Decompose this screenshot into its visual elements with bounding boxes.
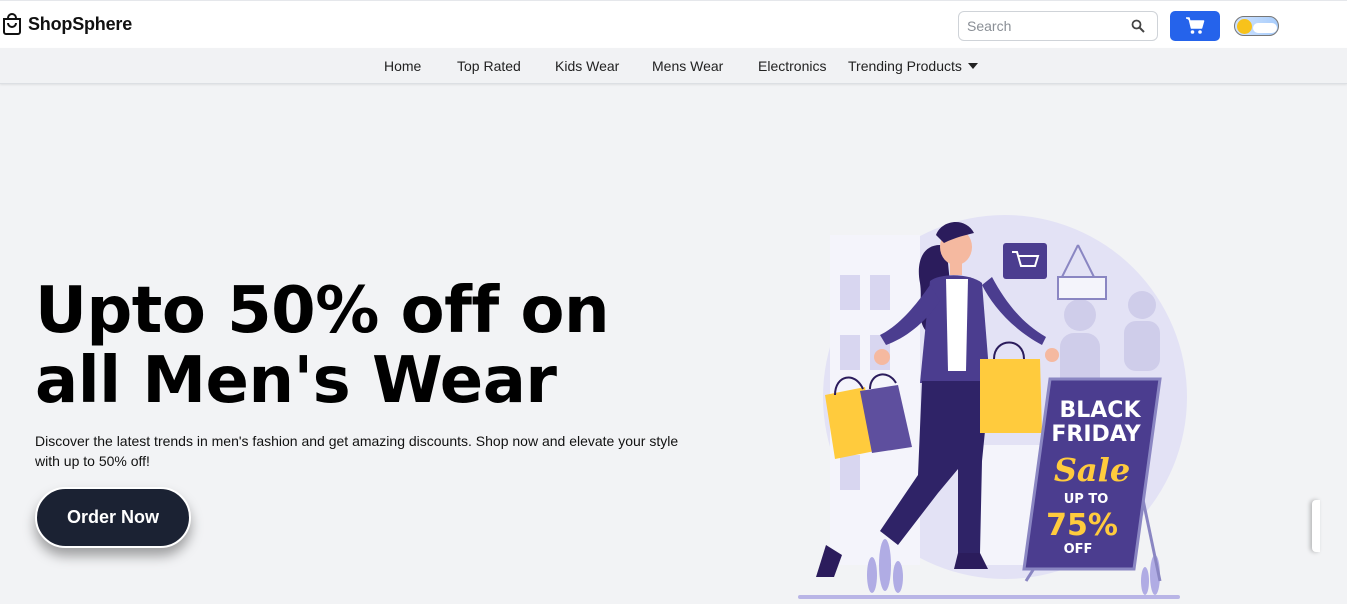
nav-item-mens-wear[interactable]: Mens Wear: [652, 58, 723, 74]
top-bar: ShopSphere: [0, 0, 1347, 48]
nav-item-top-rated[interactable]: Top Rated: [457, 58, 521, 74]
cloud-icon: [1253, 23, 1277, 33]
hero-description: Discover the latest trends in men's fash…: [35, 433, 679, 469]
hero-illustration: BLACK FRIDAY Sale UP TO 75% OFF: [798, 215, 1187, 599]
theme-toggle[interactable]: [1234, 16, 1279, 36]
brand-name: ShopSphere: [28, 13, 133, 34]
sign-line-sale: Sale: [1054, 451, 1130, 489]
sun-icon: [1237, 19, 1252, 34]
nav-item-electronics[interactable]: Electronics: [758, 58, 826, 74]
sign-line-percent: 75%: [1046, 508, 1118, 543]
search-input[interactable]: [967, 17, 1127, 35]
nav-item-trending-label: Trending Products: [848, 58, 962, 74]
chevron-down-icon: [967, 63, 978, 69]
search-icon[interactable]: [1131, 19, 1145, 33]
brand[interactable]: ShopSphere: [2, 13, 132, 35]
floor-line: [798, 595, 1180, 599]
hero-title-line-2: all Men's Wear: [35, 344, 557, 418]
shopping-bag-icon: [3, 13, 21, 35]
sign-line-friday: FRIDAY: [1051, 422, 1141, 447]
carousel-next-handle[interactable]: [1312, 500, 1320, 552]
hero-title: Upto 50% off on all Men's Wear: [35, 276, 735, 416]
sign-line-up-to: UP TO: [1064, 492, 1109, 507]
nav-item-home[interactable]: Home: [384, 58, 421, 74]
hero-title-line-1: Upto 50% off on: [35, 274, 610, 348]
sign-line-black: BLACK: [1059, 398, 1141, 423]
cart-button[interactable]: [1170, 11, 1220, 41]
nav-item-trending-products[interactable]: Trending Products: [848, 58, 978, 74]
order-now-button[interactable]: Order Now: [35, 487, 191, 548]
black-friday-sign: BLACK FRIDAY Sale UP TO 75% OFF: [1022, 377, 1162, 582]
cart-sign: [1003, 243, 1047, 279]
cart-icon: [1186, 17, 1205, 34]
nav-item-kids-wear[interactable]: Kids Wear: [555, 58, 619, 74]
hanging-sign: [1057, 276, 1107, 300]
main-nav: Home Top Rated Kids Wear Mens Wear Elect…: [0, 48, 1347, 84]
sign-line-off: OFF: [1064, 542, 1093, 557]
search-box: [958, 11, 1158, 41]
